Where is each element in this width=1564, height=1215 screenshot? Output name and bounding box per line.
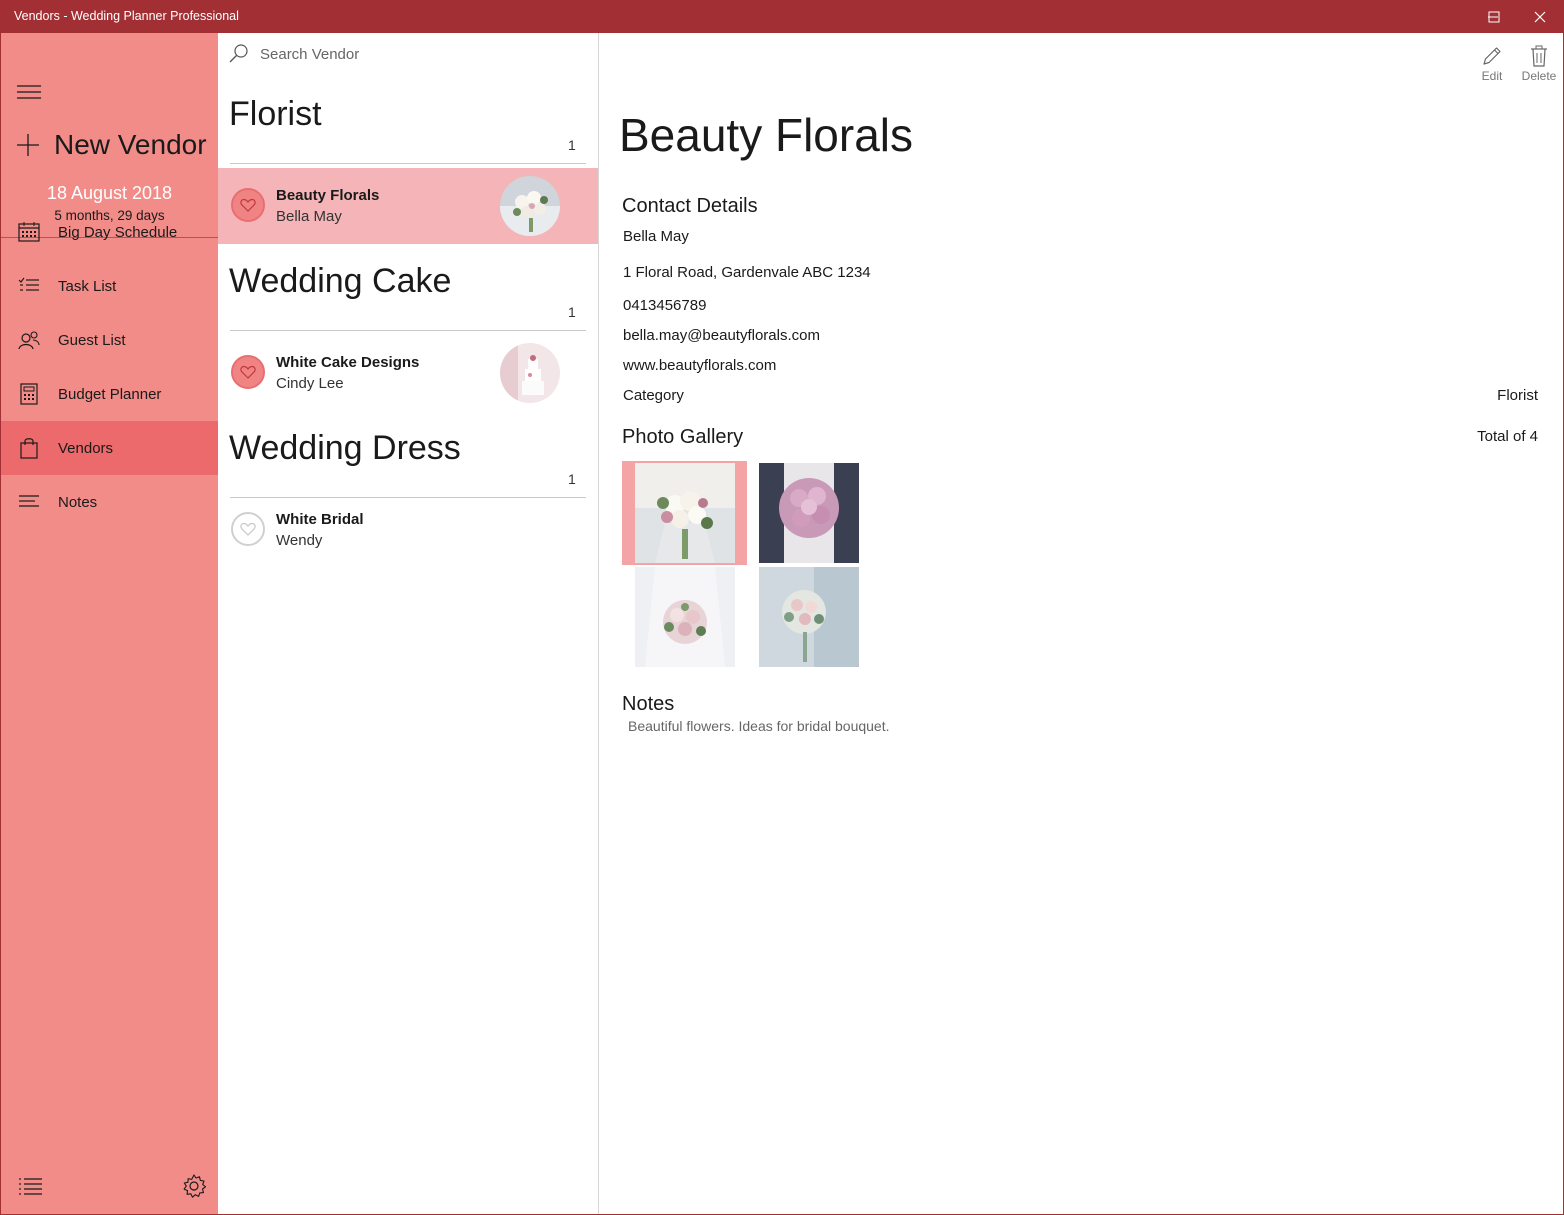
vendor-list-pane: Florist 1 Beauty Florals Bella May Weddi… bbox=[218, 33, 599, 1214]
photo-gallery-heading: Photo Gallery bbox=[622, 426, 744, 448]
gallery-photo-3[interactable] bbox=[635, 567, 735, 667]
sidebar-item-vendors[interactable]: Vendors bbox=[1, 421, 218, 475]
vendor-thumbnail-cake bbox=[500, 343, 560, 403]
sidebar-item-label: Guest List bbox=[58, 331, 126, 349]
maximize-button[interactable] bbox=[1471, 0, 1517, 33]
group-count: 1 bbox=[568, 471, 576, 487]
hamburger-menu-icon[interactable] bbox=[17, 83, 43, 101]
vendor-row-white-bridal[interactable]: White Bridal Wendy bbox=[218, 492, 598, 568]
plus-icon bbox=[17, 134, 39, 156]
contact-email: bella.may@beautyflorals.com bbox=[623, 327, 820, 344]
list-view-icon[interactable] bbox=[19, 1177, 43, 1197]
sidebar-item-guest-list[interactable]: Guest List bbox=[1, 313, 218, 367]
event-date: 18 August 2018 bbox=[46, 183, 173, 203]
favorite-toggle[interactable] bbox=[231, 512, 265, 546]
sidebar-item-task-list[interactable]: Task List bbox=[1, 259, 218, 313]
vendor-contact: Cindy Lee bbox=[276, 375, 344, 392]
sidebar-item-budget-planner[interactable]: Budget Planner bbox=[1, 367, 218, 421]
group-header-florist: Florist bbox=[229, 95, 322, 133]
guests-icon bbox=[18, 329, 40, 351]
contact-address: 1 Floral Road, Gardenvale ABC 1234 bbox=[623, 264, 871, 281]
sidebar-item-label: Budget Planner bbox=[58, 385, 162, 403]
delete-label: Delete bbox=[1521, 69, 1557, 83]
sidebar-item-label: Notes bbox=[58, 493, 98, 511]
vendor-name: White Bridal bbox=[276, 511, 364, 528]
calculator-icon bbox=[18, 383, 40, 405]
settings-gear-icon[interactable] bbox=[181, 1173, 207, 1199]
close-icon bbox=[1534, 11, 1546, 22]
delete-button[interactable]: Delete bbox=[1516, 45, 1562, 83]
title-bar: Vendors - Wedding Planner Professional bbox=[0, 0, 1564, 33]
shopping-bag-icon bbox=[18, 437, 40, 459]
sidebar-item-label: Big Day Schedule bbox=[58, 223, 178, 241]
sidebar-item-big-day-schedule[interactable]: Big Day Schedule bbox=[1, 205, 218, 259]
maximize-icon bbox=[1488, 11, 1500, 22]
group-count: 1 bbox=[568, 137, 576, 153]
task-list-icon bbox=[18, 275, 40, 297]
favorite-toggle[interactable] bbox=[231, 355, 265, 389]
close-window-button[interactable] bbox=[1517, 0, 1563, 33]
sidebar-item-label: Vendors bbox=[58, 439, 114, 457]
group-divider bbox=[230, 163, 586, 164]
new-vendor-button[interactable]: New Vendor bbox=[15, 129, 207, 161]
category-value: Florist bbox=[1497, 387, 1538, 404]
edit-label: Edit bbox=[1481, 69, 1503, 83]
vendor-row-beauty-florals[interactable]: Beauty Florals Bella May bbox=[218, 168, 598, 244]
vendor-title: Beauty Florals bbox=[619, 109, 914, 161]
contact-name: Bella May bbox=[623, 228, 689, 245]
window-title: Vendors - Wedding Planner Professional bbox=[14, 9, 239, 23]
sidebar: New Vendor 18 August 2018 5 months, 29 d… bbox=[1, 33, 218, 1214]
favorite-toggle[interactable] bbox=[231, 188, 265, 222]
calendar-icon bbox=[18, 221, 40, 243]
vendor-name: White Cake Designs bbox=[276, 354, 420, 371]
photo-gallery-total: Total of 4 bbox=[1477, 428, 1538, 445]
group-divider bbox=[230, 330, 586, 331]
search-icon bbox=[229, 44, 248, 63]
search-input[interactable] bbox=[260, 45, 560, 63]
heart-icon bbox=[240, 365, 256, 379]
heart-icon bbox=[240, 198, 256, 212]
group-count: 1 bbox=[568, 304, 576, 320]
vendor-detail-pane: Edit Delete Beauty Florals Contact Detai… bbox=[599, 33, 1563, 1214]
vendor-contact: Wendy bbox=[276, 532, 323, 549]
notes-text: Beautiful flowers. Ideas for bridal bouq… bbox=[628, 718, 890, 734]
group-header-wedding-dress: Wedding Dress bbox=[229, 429, 461, 467]
contact-details-heading: Contact Details bbox=[622, 195, 758, 217]
vendor-thumbnail-bouquet bbox=[500, 176, 560, 236]
edit-button[interactable]: Edit bbox=[1469, 45, 1515, 83]
sidebar-item-notes[interactable]: Notes bbox=[1, 475, 218, 529]
gallery-photo-4[interactable] bbox=[759, 567, 859, 667]
new-vendor-label: New Vendor bbox=[54, 129, 207, 160]
notes-heading: Notes bbox=[622, 693, 675, 715]
vendor-name: Beauty Florals bbox=[276, 187, 380, 204]
sidebar-item-label: Task List bbox=[58, 277, 117, 295]
contact-website: www.beautyflorals.com bbox=[623, 357, 777, 374]
gallery-photo-1[interactable] bbox=[635, 463, 735, 563]
vendor-row-white-cake-designs[interactable]: White Cake Designs Cindy Lee bbox=[218, 335, 598, 411]
category-label: Category bbox=[623, 387, 684, 404]
trash-icon bbox=[1531, 45, 1547, 67]
search-box[interactable] bbox=[228, 41, 588, 67]
notes-icon bbox=[18, 491, 40, 513]
group-header-wedding-cake: Wedding Cake bbox=[229, 262, 452, 300]
pencil-icon bbox=[1483, 47, 1501, 65]
contact-phone: 0413456789 bbox=[623, 297, 707, 314]
gallery-photo-2[interactable] bbox=[759, 463, 859, 563]
heart-outline-icon bbox=[240, 522, 256, 536]
vendor-contact: Bella May bbox=[276, 208, 342, 225]
